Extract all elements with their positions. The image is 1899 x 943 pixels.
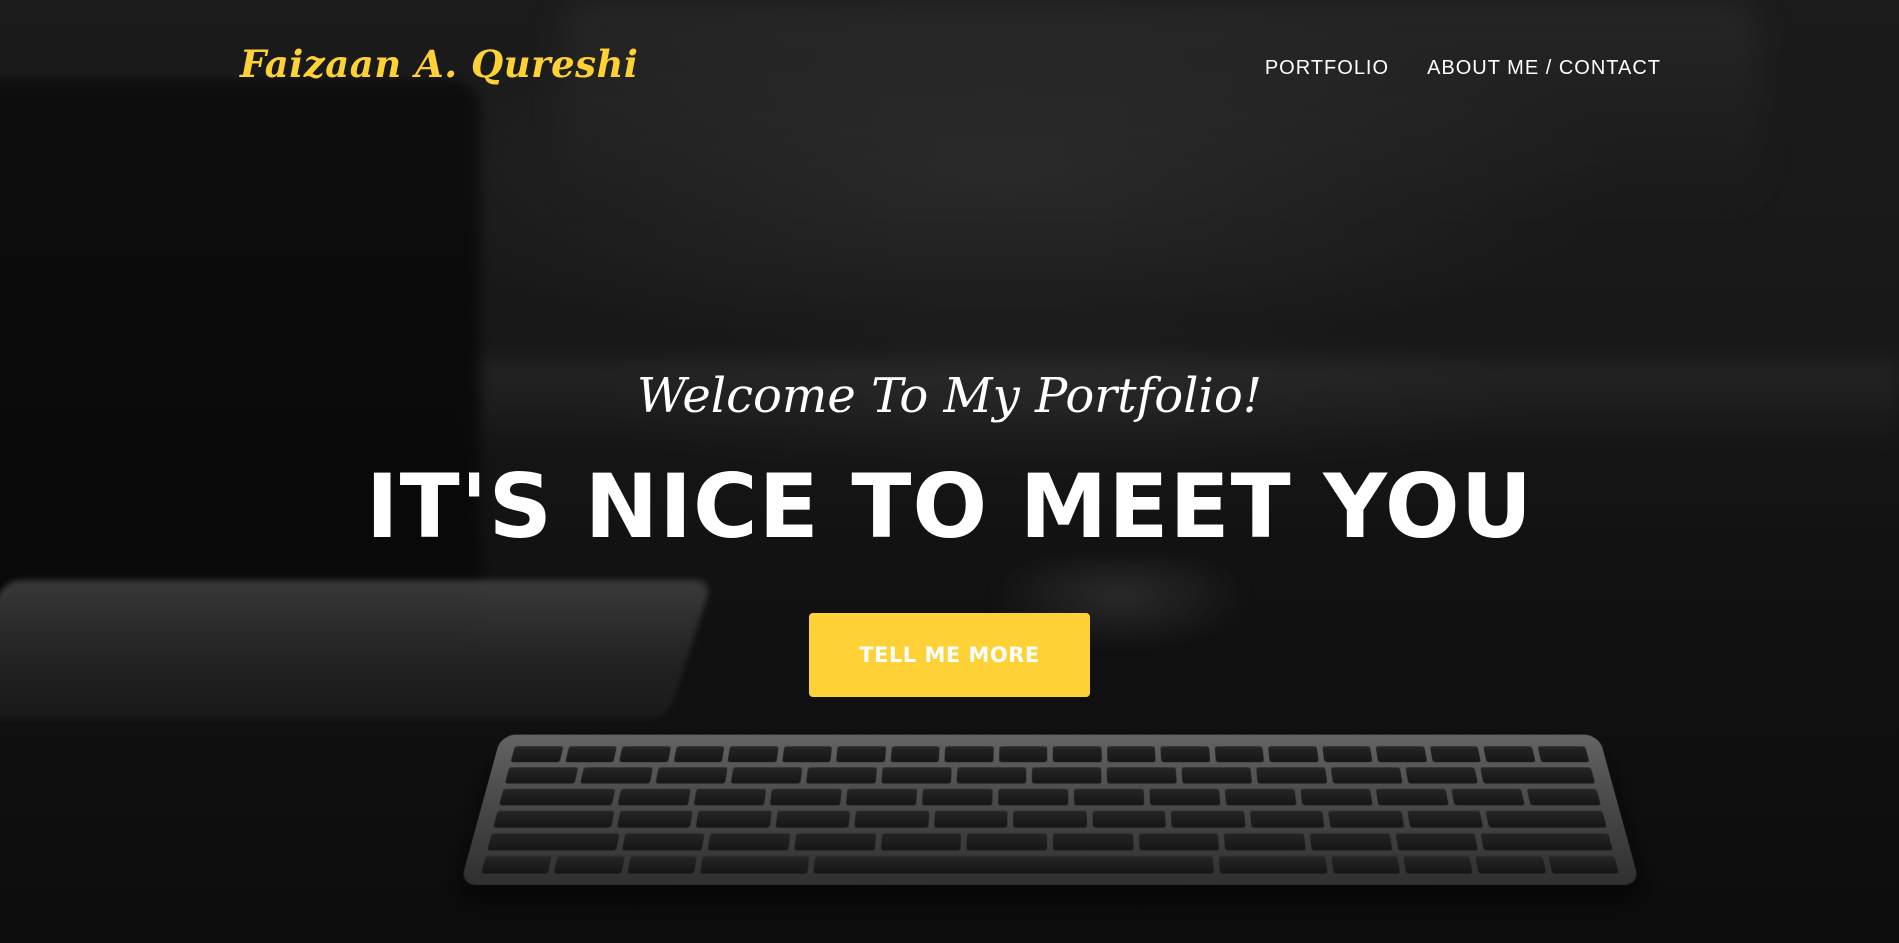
navbar: Faizaan A. Qureshi PORTFOLIO ABOUT ME / … xyxy=(0,0,1899,140)
tell-me-more-button[interactable]: TELL ME MORE xyxy=(809,613,1090,697)
nav-links: PORTFOLIO ABOUT ME / CONTACT xyxy=(1265,57,1661,80)
nav-link-portfolio[interactable]: PORTFOLIO xyxy=(1265,57,1389,80)
nav-link-about-contact[interactable]: ABOUT ME / CONTACT xyxy=(1427,57,1661,80)
intro-lead-in: Welcome To My Portfolio! xyxy=(0,368,1899,424)
hero-section: Faizaan A. Qureshi PORTFOLIO ABOUT ME / … xyxy=(0,0,1899,943)
brand-logo[interactable]: Faizaan A. Qureshi xyxy=(240,42,638,86)
intro-heading: IT'S NICE TO MEET YOU xyxy=(0,455,1899,558)
